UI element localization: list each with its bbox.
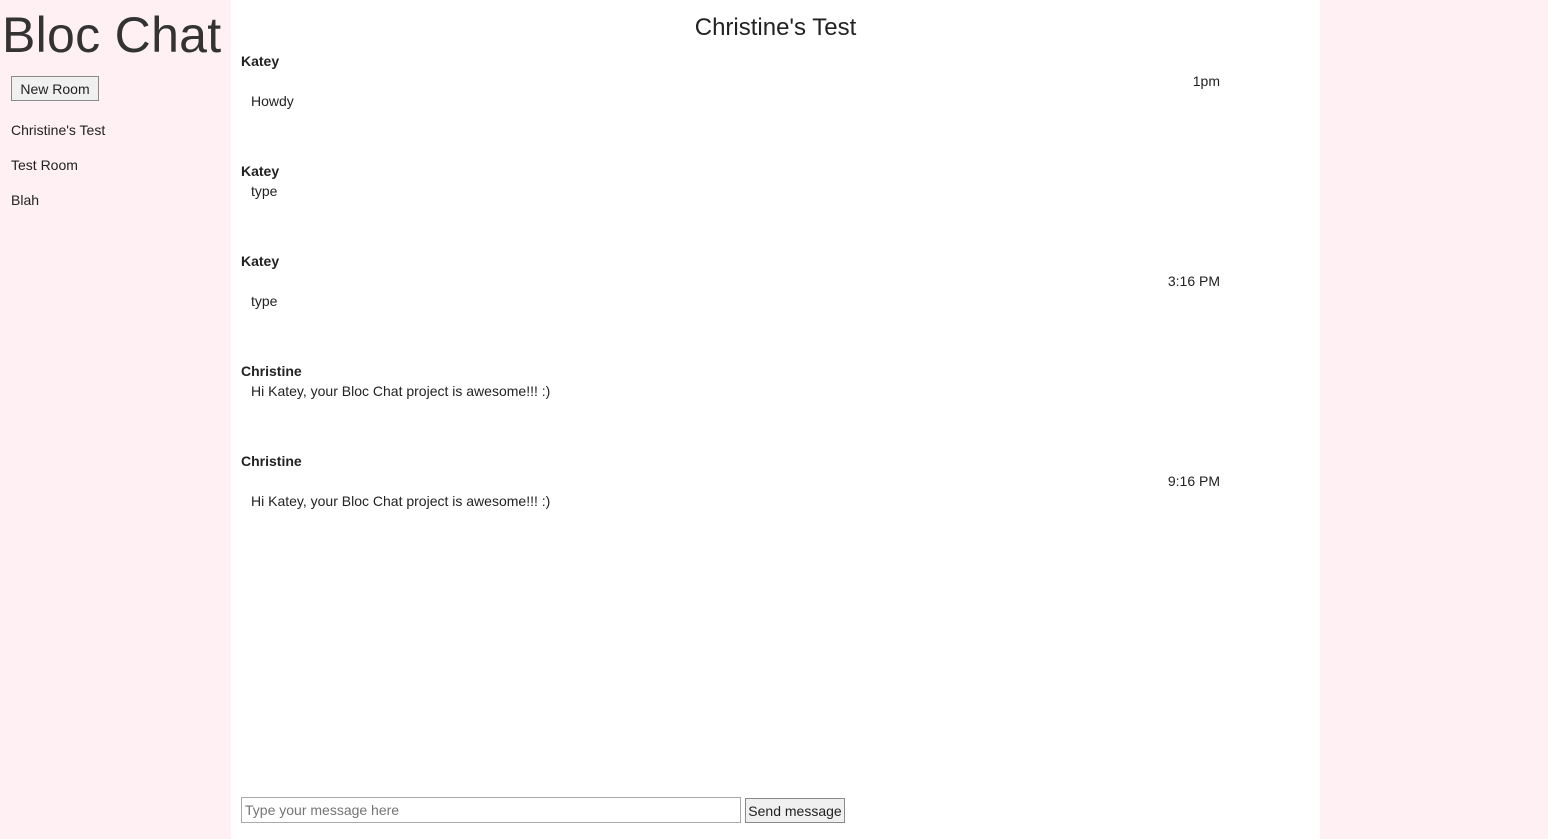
room-title: Christine's Test <box>694 14 857 41</box>
room-item-christines-test[interactable]: Christine's Test <box>11 120 105 155</box>
message-content: type <box>251 183 278 199</box>
message-content: type <box>251 293 278 309</box>
right-margin <box>1320 0 1548 839</box>
message-timestamp: 3:16 PM <box>1167 273 1220 289</box>
message-username: Katey <box>241 163 280 179</box>
room-item-blah[interactable]: Blah <box>11 190 105 225</box>
message-content: Hi Katey, your Bloc Chat project is awes… <box>251 493 551 509</box>
app-title: Bloc Chat <box>2 7 222 63</box>
message-content: Howdy <box>251 93 294 109</box>
chat-main: Christine's Test Katey 1pm Howdy Katey t… <box>231 0 1320 839</box>
message-username: Christine <box>241 363 302 379</box>
message-input[interactable] <box>241 797 741 823</box>
message-timestamp: 9:16 PM <box>1167 473 1220 489</box>
message-username: Katey <box>241 53 280 69</box>
room-list: Christine's Test Test Room Blah <box>11 120 105 225</box>
message-timestamp: 1pm <box>1192 73 1220 89</box>
message-username: Christine <box>241 453 302 469</box>
room-item-test-room[interactable]: Test Room <box>11 155 105 190</box>
new-room-button[interactable]: New Room <box>11 76 99 101</box>
message-username: Katey <box>241 253 280 269</box>
message-content: Hi Katey, your Bloc Chat project is awes… <box>251 383 551 399</box>
send-message-button[interactable]: Send message <box>745 798 845 823</box>
sidebar: Bloc Chat New Room Christine's Test Test… <box>0 0 231 839</box>
